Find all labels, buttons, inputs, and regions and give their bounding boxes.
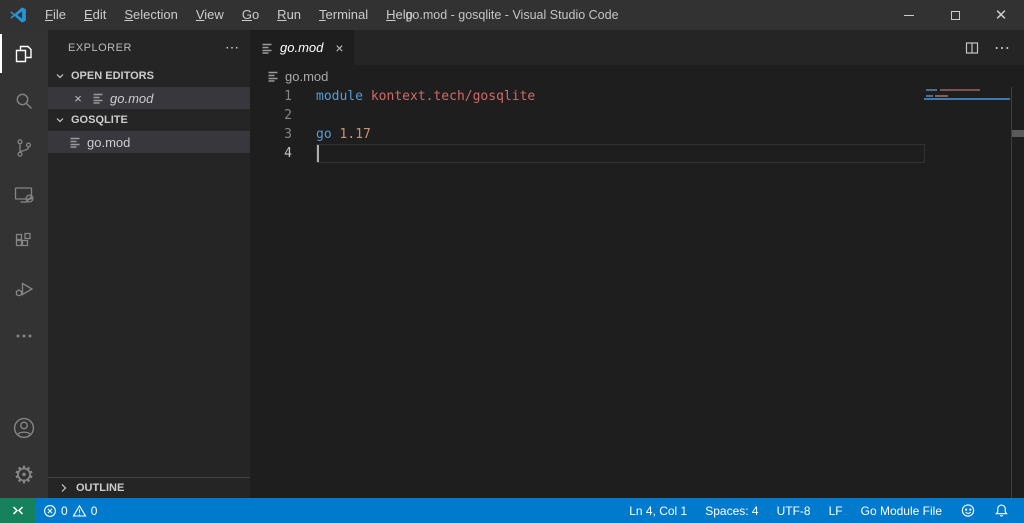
editor-pane: go.mod × ⋯ go.mod 1 [250,30,1024,498]
chevron-right-icon [56,480,72,496]
minimap[interactable] [924,87,1010,147]
code-editor[interactable]: 1 module kontext.tech/gosqlite 2 3 go 1.… [250,87,1024,498]
folder-section-header[interactable]: GOSQLITE [48,109,250,131]
more-editor-actions-icon[interactable]: ⋯ [994,38,1010,58]
sidebar-empty-space [48,153,250,477]
minimap-token-mark [940,89,980,91]
close-window-button[interactable]: ✕ [978,0,1024,30]
run-and-debug-icon[interactable] [0,265,48,312]
minimap-current-line [924,98,1010,100]
file-tree-filename: go.mod [87,135,130,150]
code-line-3[interactable]: 3 go 1.17 [250,125,1024,144]
line-number: 2 [250,106,292,125]
source-control-icon[interactable] [0,124,48,171]
search-icon[interactable] [0,77,48,124]
explorer-icon[interactable] [0,30,48,77]
tab-bar: go.mod × ⋯ [250,30,1024,65]
error-icon [43,504,57,518]
warning-count: 0 [91,504,98,518]
open-editors-label: OPEN EDITORS [71,70,154,82]
line-number: 1 [250,87,292,106]
menu-go[interactable]: Go [233,0,268,30]
split-editor-icon[interactable] [964,40,980,56]
activity-bar-top [0,30,48,359]
tab-gomod[interactable]: go.mod × [250,30,354,65]
text-cursor [317,145,319,162]
status-bar: 0 0 Ln 4, Col 1 Spaces: 4 UTF-8 LF Go Mo… [0,498,1024,523]
line-number: 3 [250,125,292,144]
outline-label: OUTLINE [76,482,124,494]
notifications-bell-icon[interactable] [985,498,1018,523]
minimize-button[interactable] [886,0,932,30]
menu-edit[interactable]: Edit [75,0,115,30]
menu-selection[interactable]: Selection [115,0,186,30]
title-bar: File Edit Selection View Go Run Terminal… [0,0,1024,30]
tab-label: go.mod [280,40,323,55]
current-line-highlight [316,144,925,163]
module-path-token: kontext.tech/gosqlite [371,87,535,106]
file-icon [260,41,274,55]
remote-connection-icon [10,503,26,518]
feedback-icon[interactable] [951,498,985,523]
remote-indicator[interactable] [0,498,35,523]
explorer-more-actions-icon[interactable]: ⋯ [225,39,240,56]
scrollbar[interactable] [1011,87,1024,498]
cursor-position-status[interactable]: Ln 4, Col 1 [620,498,696,523]
file-icon [91,91,105,105]
activity-bar: ⚙ [0,30,48,498]
menu-view[interactable]: View [187,0,233,30]
menu-file[interactable]: File [36,0,75,30]
problems-indicator[interactable]: 0 0 [35,498,105,523]
menu-help[interactable]: Help [377,0,422,30]
vscode-window: File Edit Selection View Go Run Terminal… [0,0,1024,523]
encoding-status[interactable]: UTF-8 [768,498,820,523]
folder-name-label: GOSQLITE [71,114,128,126]
language-mode-status[interactable]: Go Module File [852,498,951,523]
tab-close-icon[interactable]: × [335,40,343,56]
version-token: 1.17 [340,125,371,144]
minimap-token-mark [935,95,948,97]
file-icon [266,69,280,83]
extensions-icon[interactable] [0,218,48,265]
breadcrumb-filename: go.mod [285,69,328,84]
file-icon [68,135,82,149]
menu-run[interactable]: Run [268,0,310,30]
open-editor-item-gomod[interactable]: × go.mod [48,87,250,109]
warning-icon [72,504,87,518]
indentation-status[interactable]: Spaces: 4 [696,498,767,523]
line-number-active: 4 [250,144,292,163]
code-line-2[interactable]: 2 [250,106,1024,125]
settings-gear-icon[interactable]: ⚙ [0,451,48,498]
explorer-sidebar: EXPLORER ⋯ OPEN EDITORS × go.mod GOSQLIT… [48,30,250,498]
editor-actions: ⋯ [964,30,1024,65]
outline-section-header[interactable]: OUTLINE [48,477,250,498]
file-tree-item-gomod[interactable]: go.mod [48,131,250,153]
close-editor-icon[interactable]: × [70,91,86,106]
keyword-token: go [316,125,332,144]
open-editor-filename: go.mod [110,91,153,106]
status-bar-right: Ln 4, Col 1 Spaces: 4 UTF-8 LF Go Module… [620,498,1024,523]
remote-explorer-icon[interactable] [0,171,48,218]
main-area: ⚙ EXPLORER ⋯ OPEN EDITORS × go.mod [0,30,1024,498]
vscode-logo-icon [0,6,36,24]
menu-bar: File Edit Selection View Go Run Terminal… [36,0,422,30]
window-controls: ✕ [886,0,1024,30]
error-count: 0 [61,504,68,518]
open-editors-section-header[interactable]: OPEN EDITORS [48,65,250,87]
more-actions-icon[interactable] [0,312,48,359]
sidebar-title: EXPLORER [68,42,132,54]
eol-status[interactable]: LF [820,498,852,523]
breadcrumb[interactable]: go.mod [250,65,1024,87]
code-line-1[interactable]: 1 module kontext.tech/gosqlite [250,87,1024,106]
overview-ruler-cursor-mark [1012,130,1024,137]
maximize-button[interactable] [932,0,978,30]
menu-terminal[interactable]: Terminal [310,0,377,30]
keyword-token: module [316,87,363,106]
minimap-token-mark [926,89,937,91]
activity-bar-bottom: ⚙ [0,404,48,498]
minimap-token-mark [926,95,933,97]
chevron-down-icon [52,68,68,84]
chevron-down-icon [52,112,68,128]
account-icon[interactable] [0,404,48,451]
